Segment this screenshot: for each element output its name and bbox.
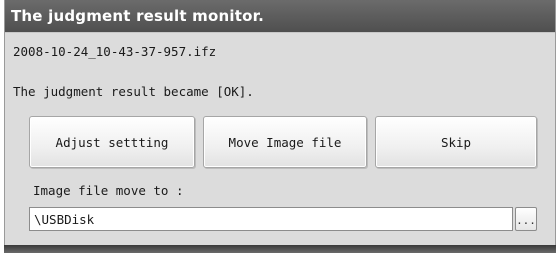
title-bar: The judgment result monitor. bbox=[5, 0, 555, 33]
judgment-result-message: The judgment result became [OK]. bbox=[13, 84, 254, 99]
skip-button[interactable]: Skip bbox=[375, 116, 537, 168]
ellipsis-icon: ... bbox=[516, 214, 536, 227]
dialog-title: The judgment result monitor. bbox=[11, 7, 264, 25]
adjust-setting-button[interactable]: Adjust settting bbox=[29, 116, 195, 168]
move-destination-label: Image file move to : bbox=[33, 183, 184, 198]
browse-button[interactable]: ... bbox=[515, 207, 537, 231]
image-file-name: 2008-10-24_10-43-37-957.ifz bbox=[13, 44, 217, 59]
destination-path-input[interactable] bbox=[29, 207, 513, 231]
move-image-file-button[interactable]: Move Image file bbox=[203, 116, 367, 168]
judgment-result-dialog: The judgment result monitor. 2008-10-24_… bbox=[4, 0, 556, 250]
dialog-bottom-edge bbox=[4, 245, 556, 253]
